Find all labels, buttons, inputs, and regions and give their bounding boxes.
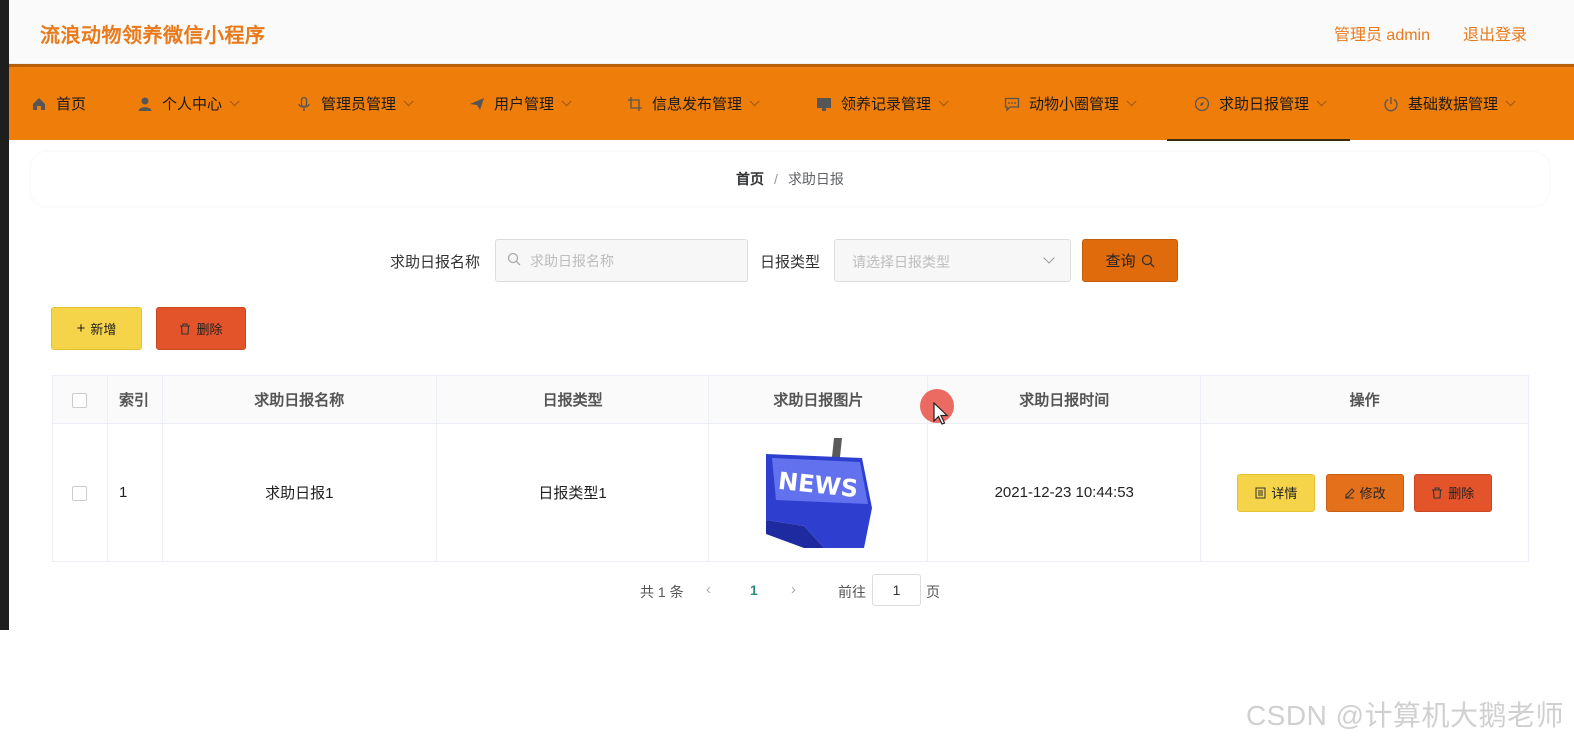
nav-item-label: 求助日报管理	[1219, 96, 1310, 113]
row-select-cell	[52, 423, 108, 562]
query-button-label: 查询	[1105, 253, 1136, 270]
chevron-down-icon	[1505, 96, 1516, 107]
data-table: 索引 求助日报名称 日报类型 求助日报图片 求助日报时间 操作 1 求助日报1 …	[52, 375, 1529, 562]
cell-type: 日报类型1	[435, 423, 710, 562]
chat-bubble-icon	[1004, 97, 1020, 112]
current-user: 管理员 admin	[1333, 27, 1430, 44]
nav-item-help-daily[interactable]: 求助日报管理	[1166, 67, 1351, 141]
page-number[interactable]: 1	[750, 582, 758, 598]
batch-delete-button[interactable]: 删除	[156, 307, 246, 350]
trash-icon	[1432, 486, 1443, 499]
nav-item-admin-management[interactable]: 管理员管理	[296, 67, 414, 140]
microphone-icon	[298, 96, 310, 111]
chevron-down-icon	[749, 96, 760, 107]
nav-item-label: 首页	[56, 96, 87, 113]
goto-label: 前往	[838, 584, 866, 600]
chevron-down-icon	[403, 96, 414, 107]
search-name-input[interactable]	[495, 239, 748, 282]
chevron-down-icon	[229, 96, 240, 107]
nav-item-basic-data[interactable]: 基础数据管理	[1383, 67, 1516, 140]
cell-image: NEWS	[708, 423, 929, 562]
nav-item-animal-circle[interactable]: 动物小圈管理	[1004, 67, 1137, 140]
nav-item-label: 基础数据管理	[1408, 96, 1499, 113]
row-delete-label: 删除	[1448, 486, 1475, 501]
next-page-button[interactable]: ›	[791, 581, 796, 598]
chevron-down-icon	[561, 96, 572, 107]
news-thumbnail[interactable]: NEWS	[764, 437, 873, 548]
prev-page-button[interactable]: ‹	[706, 581, 711, 598]
home-icon	[33, 97, 45, 110]
search-type-label: 日报类型	[760, 254, 821, 271]
column-header: 求助日报时间	[927, 375, 1202, 424]
chevron-down-icon	[1126, 96, 1137, 107]
select-all-checkbox[interactable]	[72, 392, 88, 408]
edit-button[interactable]: 修改	[1325, 473, 1404, 512]
window-edge	[0, 0, 9, 630]
power-icon	[1384, 96, 1398, 111]
page-unit-label: 页	[926, 584, 940, 600]
nav-item-label: 管理员管理	[321, 96, 397, 113]
main-nav: 首页 个人中心 管理员管理 用户管理 信息发布管理 领养记录管理 动物小圈管理 …	[9, 64, 1574, 141]
type-select[interactable]: 请选择日报类型	[834, 239, 1071, 282]
nav-item-info-publish[interactable]: 信息发布管理	[627, 67, 760, 140]
nav-item-label: 信息发布管理	[652, 96, 743, 113]
chevron-down-icon	[1316, 96, 1327, 107]
nav-item-label: 动物小圈管理	[1029, 96, 1120, 113]
cell-time: 2021-12-23 10:44:53	[927, 423, 1202, 562]
nav-item-adoption-records[interactable]: 领养记录管理	[816, 67, 949, 140]
monitor-icon	[817, 97, 831, 111]
search-icon	[1141, 254, 1154, 267]
detail-button[interactable]: 详情	[1237, 473, 1316, 512]
compass-icon	[1194, 96, 1210, 111]
breadcrumb-current: 求助日报	[787, 171, 844, 187]
edit-button-label: 修改	[1359, 486, 1386, 501]
nav-item-label: 用户管理	[494, 96, 555, 113]
column-header: 索引	[106, 375, 163, 424]
document-icon	[1255, 487, 1266, 498]
watermark: CSDN @计算机大鹅老师	[1245, 700, 1564, 731]
chevron-down-icon	[938, 96, 949, 107]
paper-plane-icon	[470, 97, 484, 110]
top-header: 流浪动物领养微信小程序 管理员 admin 退出登录	[9, 0, 1574, 64]
plus-icon: +	[76, 320, 86, 337]
column-header: 求助日报名称	[161, 375, 437, 424]
header-select-all[interactable]	[52, 375, 108, 424]
nav-item-label: 领养记录管理	[841, 96, 932, 113]
mouse-pointer-icon	[933, 402, 949, 425]
search-name-label: 求助日报名称	[390, 254, 481, 271]
column-header: 求助日报图片	[708, 375, 929, 424]
cell-name: 求助日报1	[161, 423, 437, 562]
nav-item-user-management[interactable]: 用户管理	[469, 67, 572, 140]
cell-index: 1	[106, 423, 163, 562]
app-title: 流浪动物领养微信小程序	[40, 25, 266, 47]
cell-operations: 详情 修改 删除	[1200, 423, 1529, 562]
logout-link[interactable]: 退出登录	[1463, 21, 1527, 45]
goto-page-input[interactable]	[872, 574, 921, 606]
add-button[interactable]: + 新增	[51, 307, 142, 350]
pagination: 共 1 条 ‹ 1 › 前往 页	[0, 574, 1574, 606]
search-icon	[507, 252, 521, 266]
detail-button-label: 详情	[1271, 486, 1298, 501]
nav-item-personal-center[interactable]: 个人中心	[137, 67, 240, 140]
breadcrumb-home[interactable]: 首页	[736, 169, 764, 189]
column-header: 日报类型	[435, 375, 710, 424]
table-row: 1 求助日报1 日报类型1 NEWS 2021-12-23 10:44:53 详…	[52, 423, 1529, 562]
column-header: 操作	[1200, 375, 1529, 424]
pencil-icon	[1344, 487, 1355, 498]
add-button-label: 新增	[90, 322, 117, 337]
crop-icon	[628, 96, 642, 111]
query-button[interactable]: 查询	[1082, 239, 1178, 282]
pagination-total: 共 1 条	[640, 584, 684, 600]
batch-delete-label: 删除	[196, 322, 223, 337]
breadcrumb: 首页 / 求助日报	[31, 152, 1549, 206]
table-header-row: 索引 求助日报名称 日报类型 求助日报图片 求助日报时间 操作	[52, 375, 1529, 424]
breadcrumb-separator: /	[774, 171, 778, 187]
trash-icon	[180, 322, 191, 335]
row-delete-button[interactable]: 删除	[1413, 473, 1492, 512]
user-icon	[138, 97, 152, 111]
nav-item-label: 个人中心	[162, 96, 223, 113]
row-checkbox[interactable]	[72, 485, 88, 501]
nav-item-home[interactable]: 首页	[31, 67, 86, 140]
